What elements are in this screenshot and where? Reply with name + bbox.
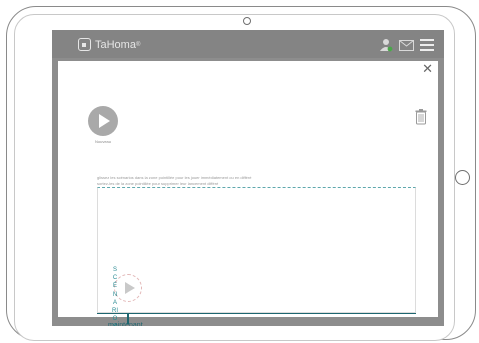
menu-icon[interactable]	[420, 39, 434, 51]
new-scenario-label: Nouveau	[94, 139, 111, 144]
brand-registered-mark: ®	[135, 41, 141, 48]
timeline-axis	[97, 313, 416, 314]
app-logo[interactable]: TaHoma ®	[78, 38, 140, 51]
instructions-line-2: sortez-les de la zone pointillée pour su…	[97, 180, 219, 186]
scenario-drop-zone[interactable]	[97, 187, 416, 313]
home-button[interactable]	[455, 170, 470, 185]
new-scenario-button[interactable]: Nouveau	[88, 106, 118, 144]
top-bar: TaHoma ®	[52, 30, 444, 58]
mail-icon[interactable]	[399, 39, 414, 51]
close-icon[interactable]: ✕	[422, 62, 433, 75]
user-icon[interactable]	[379, 38, 393, 52]
scenarios-vertical-title: SCÉNARIOS	[112, 267, 118, 326]
house-icon	[78, 38, 91, 51]
instructions-text: glissez les scénarios dans la zone point…	[97, 175, 251, 186]
camera-icon	[243, 17, 251, 25]
topbar-actions	[379, 38, 434, 52]
instructions-line-1: glissez les scénarios dans la zone point…	[97, 175, 252, 180]
play-icon	[88, 106, 118, 136]
app-screen: TaHoma ® ✕ Nouveau glissez les scénarios…	[52, 30, 444, 326]
brand-name: TaHoma	[95, 38, 136, 51]
trash-icon[interactable]	[415, 109, 427, 125]
